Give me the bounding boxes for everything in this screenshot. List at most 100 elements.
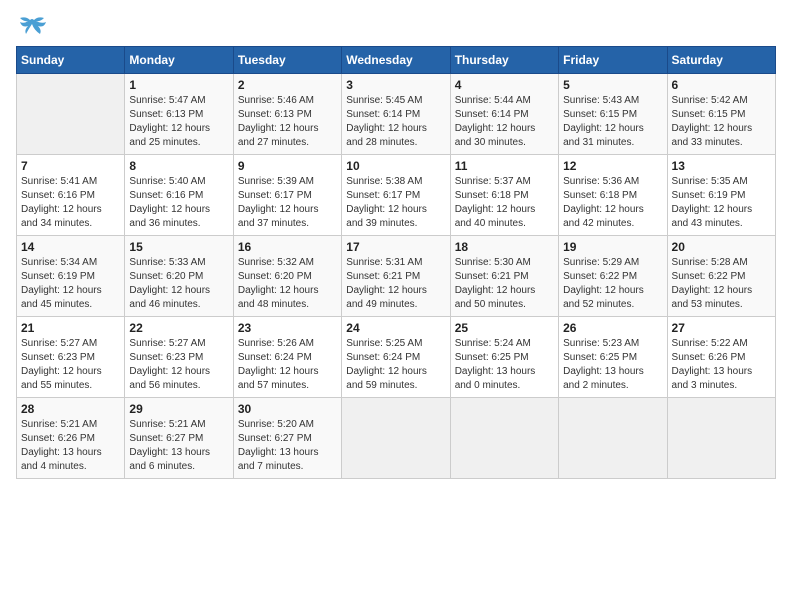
cell-week4-day1: 21 Sunrise: 5:27 AM Sunset: 6:23 PM Dayli…	[17, 317, 125, 398]
day-info: Sunrise: 5:31 AM Sunset: 6:21 PM Dayligh…	[346, 256, 445, 312]
day-number: 1	[129, 78, 228, 92]
cell-week1-day6: 5Sunrise: 5:43 AM Sunset: 6:15 PM Daylig…	[559, 74, 667, 155]
calendar-table: SundayMondayTuesdayWednesdayThursdayFrid…	[16, 46, 776, 479]
day-info: Sunrise: 5:21 AM Sunset: 6:27 PM Dayligh…	[129, 418, 228, 474]
cell-week5-day2: 29 Sunrise: 5:21 AM Sunset: 6:27 PM Dayli…	[125, 398, 233, 479]
cell-week4-day7: 27 Sunrise: 5:22 AM Sunset: 6:26 PM Dayli…	[667, 317, 775, 398]
day-number: 23	[238, 321, 337, 335]
day-info: Sunrise: 5:32 AM Sunset: 6:20 PM Dayligh…	[238, 256, 337, 312]
cell-week2-day2: 8Sunrise: 5:40 AM Sunset: 6:16 PM Daylig…	[125, 155, 233, 236]
cell-week5-day6	[559, 398, 667, 479]
cell-week2-day4: 10 Sunrise: 5:38 AM Sunset: 6:17 PM Dayli…	[342, 155, 450, 236]
day-number: 21	[21, 321, 120, 335]
cell-week5-day7	[667, 398, 775, 479]
day-info: Sunrise: 5:47 AM Sunset: 6:13 PM Dayligh…	[129, 94, 228, 150]
day-number: 24	[346, 321, 445, 335]
day-info: Sunrise: 5:46 AM Sunset: 6:13 PM Dayligh…	[238, 94, 337, 150]
cell-week5-day5	[450, 398, 558, 479]
day-header-sunday: Sunday	[17, 47, 125, 74]
day-number: 4	[455, 78, 554, 92]
cell-week1-day2: 1 Sunrise: 5:47 AM Sunset: 6:13 PM Daylig…	[125, 74, 233, 155]
cell-week4-day4: 24 Sunrise: 5:25 AM Sunset: 6:24 PM Dayli…	[342, 317, 450, 398]
day-number: 25	[455, 321, 554, 335]
cell-week2-day1: 7 Sunrise: 5:41 AM Sunset: 6:16 PM Daylig…	[17, 155, 125, 236]
day-info: Sunrise: 5:29 AM Sunset: 6:22 PM Dayligh…	[563, 256, 662, 312]
day-number: 18	[455, 240, 554, 254]
day-info: Sunrise: 5:27 AM Sunset: 6:23 PM Dayligh…	[21, 337, 120, 393]
day-info: Sunrise: 5:30 AM Sunset: 6:21 PM Dayligh…	[455, 256, 554, 312]
header-row: SundayMondayTuesdayWednesdayThursdayFrid…	[17, 47, 776, 74]
week-row-5: 28 Sunrise: 5:21 AM Sunset: 6:26 PM Dayli…	[17, 398, 776, 479]
day-header-saturday: Saturday	[667, 47, 775, 74]
day-number: 26	[563, 321, 662, 335]
day-number: 19	[563, 240, 662, 254]
day-number: 12	[563, 159, 662, 173]
day-info: Sunrise: 5:39 AM Sunset: 6:17 PM Dayligh…	[238, 175, 337, 231]
day-number: 5	[563, 78, 662, 92]
cell-week2-day3: 9 Sunrise: 5:39 AM Sunset: 6:17 PM Daylig…	[233, 155, 341, 236]
header	[16, 16, 776, 38]
day-number: 10	[346, 159, 445, 173]
day-info: Sunrise: 5:23 AM Sunset: 6:25 PM Dayligh…	[563, 337, 662, 393]
cell-week1-day5: 4 Sunrise: 5:44 AM Sunset: 6:14 PM Daylig…	[450, 74, 558, 155]
day-number: 7	[21, 159, 120, 173]
week-row-2: 7 Sunrise: 5:41 AM Sunset: 6:16 PM Daylig…	[17, 155, 776, 236]
week-row-4: 21 Sunrise: 5:27 AM Sunset: 6:23 PM Dayli…	[17, 317, 776, 398]
day-info: Sunrise: 5:35 AM Sunset: 6:19 PM Dayligh…	[672, 175, 771, 231]
day-number: 29	[129, 402, 228, 416]
day-number: 15	[129, 240, 228, 254]
cell-week2-day7: 13 Sunrise: 5:35 AM Sunset: 6:19 PM Dayli…	[667, 155, 775, 236]
day-number: 16	[238, 240, 337, 254]
day-info: Sunrise: 5:25 AM Sunset: 6:24 PM Dayligh…	[346, 337, 445, 393]
day-info: Sunrise: 5:22 AM Sunset: 6:26 PM Dayligh…	[672, 337, 771, 393]
day-info: Sunrise: 5:33 AM Sunset: 6:20 PM Dayligh…	[129, 256, 228, 312]
cell-week3-day4: 17 Sunrise: 5:31 AM Sunset: 6:21 PM Dayli…	[342, 236, 450, 317]
logo	[16, 16, 48, 38]
day-info: Sunrise: 5:24 AM Sunset: 6:25 PM Dayligh…	[455, 337, 554, 393]
day-info: Sunrise: 5:38 AM Sunset: 6:17 PM Dayligh…	[346, 175, 445, 231]
day-number: 9	[238, 159, 337, 173]
cell-week3-day3: 16 Sunrise: 5:32 AM Sunset: 6:20 PM Dayli…	[233, 236, 341, 317]
day-number: 2	[238, 78, 337, 92]
cell-week4-day5: 25 Sunrise: 5:24 AM Sunset: 6:25 PM Dayli…	[450, 317, 558, 398]
day-number: 28	[21, 402, 120, 416]
day-info: Sunrise: 5:45 AM Sunset: 6:14 PM Dayligh…	[346, 94, 445, 150]
day-header-tuesday: Tuesday	[233, 47, 341, 74]
day-info: Sunrise: 5:21 AM Sunset: 6:26 PM Dayligh…	[21, 418, 120, 474]
day-number: 17	[346, 240, 445, 254]
day-info: Sunrise: 5:34 AM Sunset: 6:19 PM Dayligh…	[21, 256, 120, 312]
cell-week4-day2: 22 Sunrise: 5:27 AM Sunset: 6:23 PM Dayli…	[125, 317, 233, 398]
day-header-wednesday: Wednesday	[342, 47, 450, 74]
day-number: 20	[672, 240, 771, 254]
day-info: Sunrise: 5:20 AM Sunset: 6:27 PM Dayligh…	[238, 418, 337, 474]
cell-week5-day3: 30 Sunrise: 5:20 AM Sunset: 6:27 PM Dayli…	[233, 398, 341, 479]
day-number: 13	[672, 159, 771, 173]
day-header-thursday: Thursday	[450, 47, 558, 74]
day-info: Sunrise: 5:37 AM Sunset: 6:18 PM Dayligh…	[455, 175, 554, 231]
day-info: Sunrise: 5:42 AM Sunset: 6:15 PM Dayligh…	[672, 94, 771, 150]
cell-week1-day4: 3Sunrise: 5:45 AM Sunset: 6:14 PM Daylig…	[342, 74, 450, 155]
day-header-monday: Monday	[125, 47, 233, 74]
cell-week1-day7: 6 Sunrise: 5:42 AM Sunset: 6:15 PM Daylig…	[667, 74, 775, 155]
day-info: Sunrise: 5:27 AM Sunset: 6:23 PM Dayligh…	[129, 337, 228, 393]
day-number: 30	[238, 402, 337, 416]
day-number: 11	[455, 159, 554, 173]
cell-week5-day1: 28 Sunrise: 5:21 AM Sunset: 6:26 PM Dayli…	[17, 398, 125, 479]
cell-week1-day1	[17, 74, 125, 155]
day-info: Sunrise: 5:40 AM Sunset: 6:16 PM Dayligh…	[129, 175, 228, 231]
day-header-friday: Friday	[559, 47, 667, 74]
day-number: 14	[21, 240, 120, 254]
cell-week3-day7: 20 Sunrise: 5:28 AM Sunset: 6:22 PM Dayli…	[667, 236, 775, 317]
cell-week2-day6: 12 Sunrise: 5:36 AM Sunset: 6:18 PM Dayli…	[559, 155, 667, 236]
day-info: Sunrise: 5:28 AM Sunset: 6:22 PM Dayligh…	[672, 256, 771, 312]
day-info: Sunrise: 5:36 AM Sunset: 6:18 PM Dayligh…	[563, 175, 662, 231]
day-number: 27	[672, 321, 771, 335]
logo-bird-icon	[20, 16, 48, 38]
day-number: 6	[672, 78, 771, 92]
cell-week1-day3: 2 Sunrise: 5:46 AM Sunset: 6:13 PM Daylig…	[233, 74, 341, 155]
day-info: Sunrise: 5:41 AM Sunset: 6:16 PM Dayligh…	[21, 175, 120, 231]
day-info: Sunrise: 5:44 AM Sunset: 6:14 PM Dayligh…	[455, 94, 554, 150]
cell-week4-day3: 23 Sunrise: 5:26 AM Sunset: 6:24 PM Dayli…	[233, 317, 341, 398]
day-number: 22	[129, 321, 228, 335]
day-info: Sunrise: 5:26 AM Sunset: 6:24 PM Dayligh…	[238, 337, 337, 393]
